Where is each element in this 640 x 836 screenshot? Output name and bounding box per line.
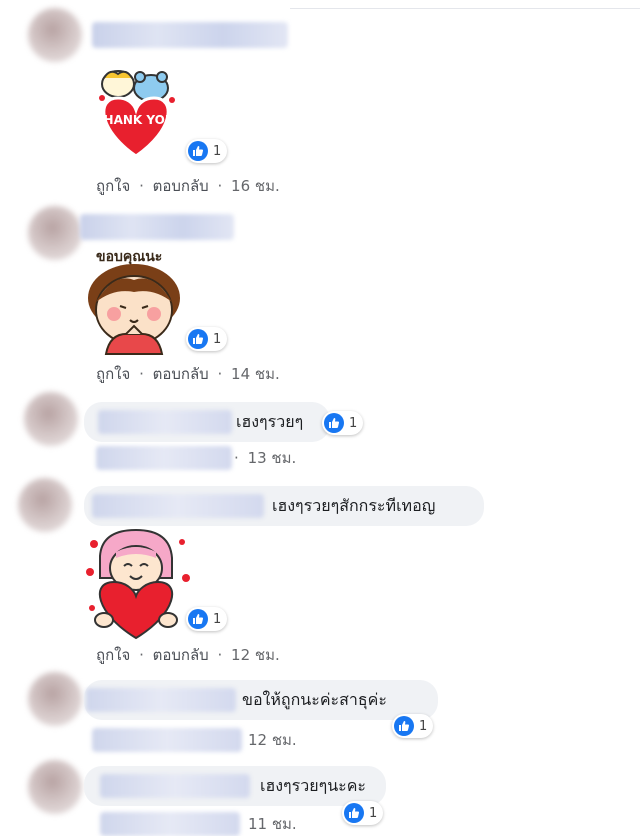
commenter-name-blurred[interactable]	[98, 410, 232, 434]
thumbs-up-icon	[188, 141, 208, 161]
commenter-name-blurred[interactable]	[80, 214, 234, 240]
like-link[interactable]: ถูกใจ	[96, 646, 130, 664]
comment-actions: 11 ชม.	[248, 812, 301, 836]
timestamp[interactable]: 14 ชม.	[231, 365, 280, 383]
reaction-badge[interactable]: 1	[186, 139, 228, 163]
reply-link[interactable]: ตอบกลับ	[153, 177, 209, 195]
comment-bubble[interactable]: เฮงๆรวยๆนะคะ	[84, 766, 386, 806]
reaction-count: 1	[213, 143, 222, 159]
reaction-badge[interactable]: 1	[186, 607, 228, 631]
separator: ·	[217, 177, 223, 195]
comment-bubble[interactable]: ขอให้ถูกนะค่ะสาธุค่ะ	[84, 680, 438, 720]
avatar[interactable]	[28, 206, 82, 260]
avatar[interactable]	[28, 8, 82, 62]
comment-text: เฮงๆรวยๆสักกระทีเทอญ	[272, 495, 436, 515]
commenter-name-blurred[interactable]	[92, 22, 288, 48]
comment-text: ขอให้ถูกนะค่ะสาธุค่ะ	[242, 689, 387, 709]
actions-blurred	[96, 446, 232, 470]
reply-link[interactable]: ตอบกลับ	[153, 646, 209, 664]
like-link[interactable]: ถูกใจ	[96, 177, 130, 195]
reply-link[interactable]: ตอบกลับ	[153, 365, 209, 383]
separator: ·	[139, 646, 144, 664]
reaction-badge[interactable]: 1	[392, 714, 434, 738]
comment-actions: ถูกใจ · ตอบกลับ · 14 ชม.	[96, 362, 284, 386]
sticker-text: THANK YOU	[95, 113, 174, 127]
commenter-name-blurred[interactable]	[92, 494, 264, 518]
comment-bubble[interactable]: เฮงๆรวยๆสักกระทีเทอญ	[84, 486, 484, 526]
separator: ·	[139, 177, 144, 195]
reaction-badge[interactable]: 1	[342, 801, 384, 825]
timestamp[interactable]: 12 ชม.	[231, 646, 280, 664]
comment-text: เฮงๆรวยๆนะคะ	[260, 775, 367, 795]
thank-you-sticker: THANK YOU	[95, 70, 175, 158]
comment-actions: 12 ชม.	[248, 728, 301, 752]
avatar[interactable]	[24, 392, 78, 446]
thumbs-up-icon	[394, 716, 414, 736]
actions-blurred	[92, 728, 242, 752]
thumbs-up-icon	[188, 329, 208, 349]
avatar[interactable]	[28, 672, 82, 726]
thumbs-up-icon	[188, 609, 208, 629]
avatar[interactable]	[28, 760, 82, 814]
reaction-badge[interactable]: 1	[322, 411, 364, 435]
commenter-name-blurred[interactable]	[100, 774, 250, 798]
comment-bubble[interactable]: เฮงๆรวยๆ	[84, 402, 330, 442]
timestamp[interactable]: 11 ชม.	[248, 815, 297, 833]
separator: ·	[217, 365, 223, 383]
timestamp[interactable]: 12 ชม.	[248, 731, 297, 749]
thumbs-up-icon	[344, 803, 364, 823]
reaction-count: 1	[419, 718, 428, 734]
comment-actions: ถูกใจ · ตอบกลับ · 12 ชม.	[96, 643, 284, 667]
timestamp[interactable]: 13 ชม.	[248, 449, 297, 467]
like-link[interactable]: ถูกใจ	[96, 365, 130, 383]
separator: ·	[234, 449, 239, 467]
thumbs-up-icon	[324, 413, 344, 433]
reaction-badge[interactable]: 1	[186, 327, 228, 351]
reaction-count: 1	[349, 415, 358, 431]
commenter-name-blurred[interactable]	[86, 688, 236, 712]
reaction-count: 1	[369, 805, 378, 821]
reaction-count: 1	[213, 331, 222, 347]
thank-you-girl-sticker	[88, 264, 180, 355]
top-divider	[290, 8, 640, 9]
comment-text: เฮงๆรวยๆ	[236, 411, 304, 431]
avatar[interactable]	[18, 478, 72, 532]
separator: ·	[217, 646, 223, 664]
comment-actions: · 13 ชม.	[234, 446, 300, 470]
timestamp[interactable]: 16 ชม.	[231, 177, 280, 195]
reaction-count: 1	[213, 611, 222, 627]
separator: ·	[139, 365, 144, 383]
heart-girl-sticker	[86, 528, 190, 640]
actions-blurred	[100, 812, 240, 836]
comment-actions: ถูกใจ · ตอบกลับ · 16 ชม.	[96, 174, 284, 198]
